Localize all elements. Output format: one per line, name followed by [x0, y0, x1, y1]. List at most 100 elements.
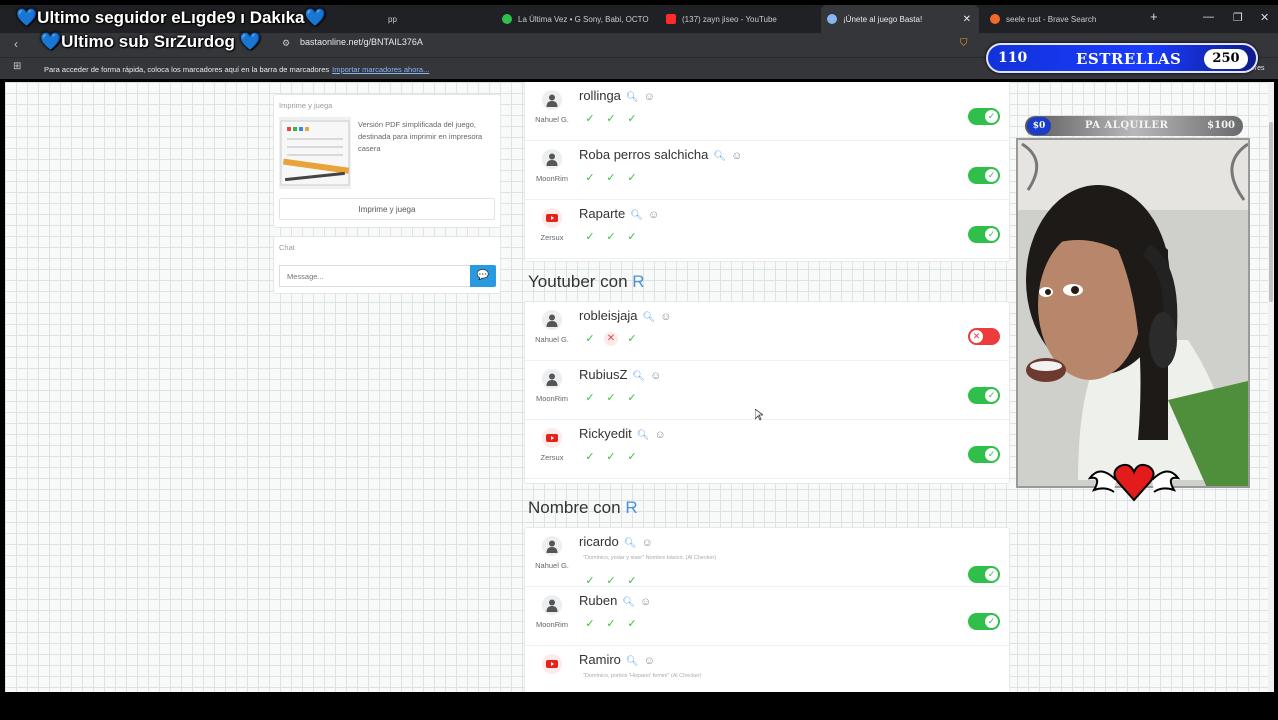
- vote-approve-icon: ✓: [606, 451, 616, 463]
- accept-toggle[interactable]: ✓: [968, 108, 1000, 125]
- chat-send-button[interactable]: 💬: [470, 265, 496, 287]
- print-card-title: Imprime y juega: [279, 101, 333, 110]
- answer-row: Zersux Rickyedit 🔍︎ ☺ ✓ ✓ ✓ ✓: [525, 420, 1009, 479]
- youtube-icon: [666, 14, 676, 24]
- search-icon[interactable]: 🔍︎: [632, 371, 645, 382]
- answer-row: MoonRim Roba perros salchicha 🔍︎ ☺ ✓ ✓ ✓ ✓: [525, 141, 1009, 200]
- print-card: Imprime y juega Versión PDF simplificada…: [273, 94, 501, 228]
- answer-text: RubiusZ: [579, 367, 628, 382]
- back-icon[interactable]: ‹: [14, 37, 18, 51]
- accept-toggle[interactable]: ✓: [968, 446, 1000, 463]
- answer-row: Nahuel G. rollinga 🔍︎ ☺ ✓ ✓ ✓ ✓: [525, 82, 1009, 141]
- emoji-react-icon[interactable]: ☺: [660, 311, 671, 323]
- emoji-react-icon[interactable]: ☺: [640, 596, 651, 608]
- accept-toggle[interactable]: ✓: [968, 613, 1000, 630]
- answer-text: Raparte: [579, 206, 626, 221]
- heart-overlay: [1087, 460, 1181, 502]
- vote-approve-icon: ✓: [585, 392, 595, 404]
- minimize-icon[interactable]: —: [1203, 11, 1214, 23]
- print-button[interactable]: Imprime y juega: [279, 198, 495, 220]
- check-icon: ✓: [985, 228, 998, 241]
- emoji-react-icon[interactable]: ☺: [644, 91, 655, 103]
- search-icon[interactable]: 🔍︎: [713, 151, 726, 162]
- vote-approve-icon: ✓: [627, 113, 637, 125]
- chat-input[interactable]: [279, 265, 471, 287]
- search-icon[interactable]: 🔍︎: [630, 210, 643, 221]
- letterbox-bottom: [0, 692, 1278, 720]
- vote-approve-icon: ✓: [627, 231, 637, 243]
- answer-text: Roba perros salchicha: [579, 147, 709, 162]
- tab-spotify[interactable]: La Última Vez • G Sony, Babi, OCTO: [496, 5, 654, 33]
- import-bookmarks-link[interactable]: Importar marcadores ahora...: [332, 65, 429, 74]
- search-icon[interactable]: 🔍︎: [637, 430, 650, 441]
- chat-title: Chat: [279, 243, 295, 252]
- accept-toggle[interactable]: ✕: [968, 328, 1000, 345]
- tab-label: (137) zayn jiseo - YouTube: [682, 14, 777, 24]
- vote-list: ✓ ✓ ✓: [583, 391, 639, 405]
- stars-goal: 250: [1204, 49, 1248, 69]
- tab-partial[interactable]: pp: [388, 5, 488, 33]
- tab-youtube[interactable]: (137) zayn jiseo - YouTube: [660, 5, 818, 33]
- emoji-react-icon[interactable]: ☺: [731, 150, 742, 162]
- answer-word: robleisjaja 🔍︎ ☺: [579, 308, 671, 323]
- new-tab-icon[interactable]: +: [1150, 9, 1158, 24]
- accept-toggle[interactable]: ✓: [968, 566, 1000, 583]
- answer-text: rollinga: [579, 88, 621, 103]
- player-name: MoonRim: [535, 394, 569, 403]
- answer-text: Ruben: [579, 593, 618, 608]
- answer-word: Ruben 🔍︎ ☺: [579, 593, 651, 608]
- accept-toggle[interactable]: ✓: [968, 226, 1000, 243]
- page-scrollbar[interactable]: [1268, 82, 1274, 692]
- emoji-react-icon[interactable]: ☺: [648, 209, 659, 221]
- accept-toggle[interactable]: ✓: [968, 387, 1000, 404]
- youtube-avatar-icon: [542, 654, 562, 674]
- chat-card: Chat 💬: [273, 236, 501, 294]
- player-name: Nahuel G.: [535, 561, 569, 570]
- brave-shield-icon[interactable]: ⛉: [960, 38, 968, 49]
- bookmarks-message: Para acceder de forma rápida, coloca los…: [44, 65, 429, 74]
- vote-approve-icon: ✓: [606, 231, 616, 243]
- emoji-react-icon[interactable]: ☺: [650, 370, 661, 382]
- vote-list: ✓ ✓ ✓: [583, 230, 639, 244]
- emoji-react-icon[interactable]: ☺: [644, 655, 655, 667]
- vote-approve-icon: ✓: [627, 333, 637, 345]
- user-avatar-icon: [542, 536, 562, 556]
- answer-word: Roba perros salchicha 🔍︎ ☺: [579, 147, 742, 162]
- answer-row: Ramiro 🔍︎ ☺ "Dominico, portios 'Hispano' fe…: [525, 646, 1009, 692]
- search-icon[interactable]: 🔍︎: [622, 597, 635, 608]
- vote-approve-icon: ✓: [585, 618, 595, 630]
- tab-label: pp: [388, 14, 397, 24]
- close-tab-icon[interactable]: ✕: [955, 14, 979, 25]
- player-name: Nahuel G.: [535, 335, 569, 344]
- tab-label: La Última Vez • G Sony, Babi, OCTO: [518, 14, 649, 24]
- apps-grid-icon[interactable]: ⊞: [13, 61, 21, 72]
- user-avatar-icon: [542, 369, 562, 389]
- search-icon[interactable]: 🔍︎: [626, 656, 639, 667]
- mouse-cursor: [754, 408, 765, 421]
- tab-basta[interactable]: ¡Únete al juego Basta! ✕: [821, 5, 979, 33]
- category-name: Youtuber con: [528, 272, 633, 291]
- tab-brave-search[interactable]: seele rust - Brave Search: [984, 5, 1142, 33]
- streamer-camera-image: [1018, 140, 1248, 486]
- emoji-react-icon[interactable]: ☺: [654, 429, 665, 441]
- vote-approve-icon: ✓: [627, 575, 637, 587]
- search-icon[interactable]: 🔍︎: [643, 312, 656, 323]
- check-icon: ✓: [985, 389, 998, 402]
- brave-icon: [990, 14, 1000, 24]
- maximize-icon[interactable]: ❐: [1233, 11, 1243, 24]
- site-info-icon[interactable]: ⚙: [282, 38, 290, 49]
- scrollbar-thumb[interactable]: [1269, 122, 1273, 302]
- accept-toggle[interactable]: ✓: [968, 167, 1000, 184]
- vote-list: ✓ ✓ ✓: [583, 112, 639, 126]
- search-icon[interactable]: 🔍︎: [626, 92, 639, 103]
- url-field[interactable]: bastaonline.net/g/BNTAIL376A: [300, 37, 423, 47]
- emoji-react-icon[interactable]: ☺: [641, 537, 652, 549]
- player-name: MoonRim: [535, 620, 569, 629]
- answer-row: Nahuel G. robleisjaja 🔍︎ ☺ ✓ ✕ ✓ ✕: [525, 302, 1009, 361]
- search-icon[interactable]: 🔍︎: [624, 538, 637, 549]
- close-window-icon[interactable]: ✕: [1260, 11, 1269, 24]
- answer-group: Nahuel G. ricardo 🔍︎ ☺ "Dominico, yodar y si…: [524, 527, 1010, 692]
- answer-hint: "Dominico, portios 'Hispano' femini" (Al…: [583, 673, 702, 679]
- category-name: Nombre con: [528, 498, 626, 517]
- print-thumbnail[interactable]: [279, 117, 351, 189]
